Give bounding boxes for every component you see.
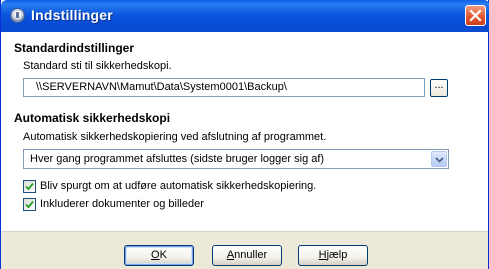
close-button[interactable]: [465, 5, 486, 26]
ok-button[interactable]: OK: [124, 245, 194, 266]
dialog-body: Standardindstillinger Standard sti til s…: [1, 32, 488, 269]
auto-backup-heading: Automatisk sikkerhedskopi: [14, 111, 171, 125]
auto-backup-selected-value: Hver gang programmet afsluttes (sidste b…: [30, 153, 325, 165]
cancel-button[interactable]: Annuller: [212, 245, 282, 266]
help-button[interactable]: Hjælp: [298, 245, 368, 266]
window-title: Indstillinger: [31, 7, 113, 23]
checkmark-icon: [25, 182, 34, 191]
browse-button[interactable]: ...: [430, 79, 448, 97]
auto-backup-select[interactable]: Hver gang programmet afsluttes (sidste b…: [23, 149, 449, 169]
backup-path-label: Standard sti til sikkerhedskopi.: [23, 60, 172, 72]
auto-backup-description: Automatisk sikkerhedskopiering ved afslu…: [23, 131, 327, 143]
chevron-down-icon: [435, 157, 444, 163]
include-documents-checkbox[interactable]: [23, 198, 36, 211]
ok-mnemonic: O: [151, 249, 160, 261]
ask-before-backup-label: Bliv spurgt om at udføre automatisk sikk…: [40, 180, 317, 192]
standard-settings-heading: Standardindstillinger: [14, 41, 135, 55]
help-mnemonic: H: [318, 249, 327, 261]
help-label-rest: jælp: [326, 249, 348, 261]
cancel-label-rest: nnuller: [234, 249, 268, 261]
settings-dialog: Indstillinger Standardindstillinger Stan…: [0, 0, 489, 269]
checkmark-icon: [25, 200, 34, 209]
title-bar[interactable]: Indstillinger: [1, 0, 489, 32]
ask-before-backup-checkbox[interactable]: [23, 180, 36, 193]
ok-label-rest: K: [159, 249, 167, 261]
backup-path-input[interactable]: \\SERVERNAVN\Mamut\Data\System0001\Backu…: [23, 78, 425, 97]
app-icon: [10, 8, 25, 23]
close-icon: [469, 9, 482, 22]
dropdown-arrow-button[interactable]: [431, 151, 447, 167]
include-documents-label: Inkluderer dokumenter og billeder: [40, 198, 204, 210]
button-bar: OK Annuller Hjælp: [1, 231, 488, 269]
